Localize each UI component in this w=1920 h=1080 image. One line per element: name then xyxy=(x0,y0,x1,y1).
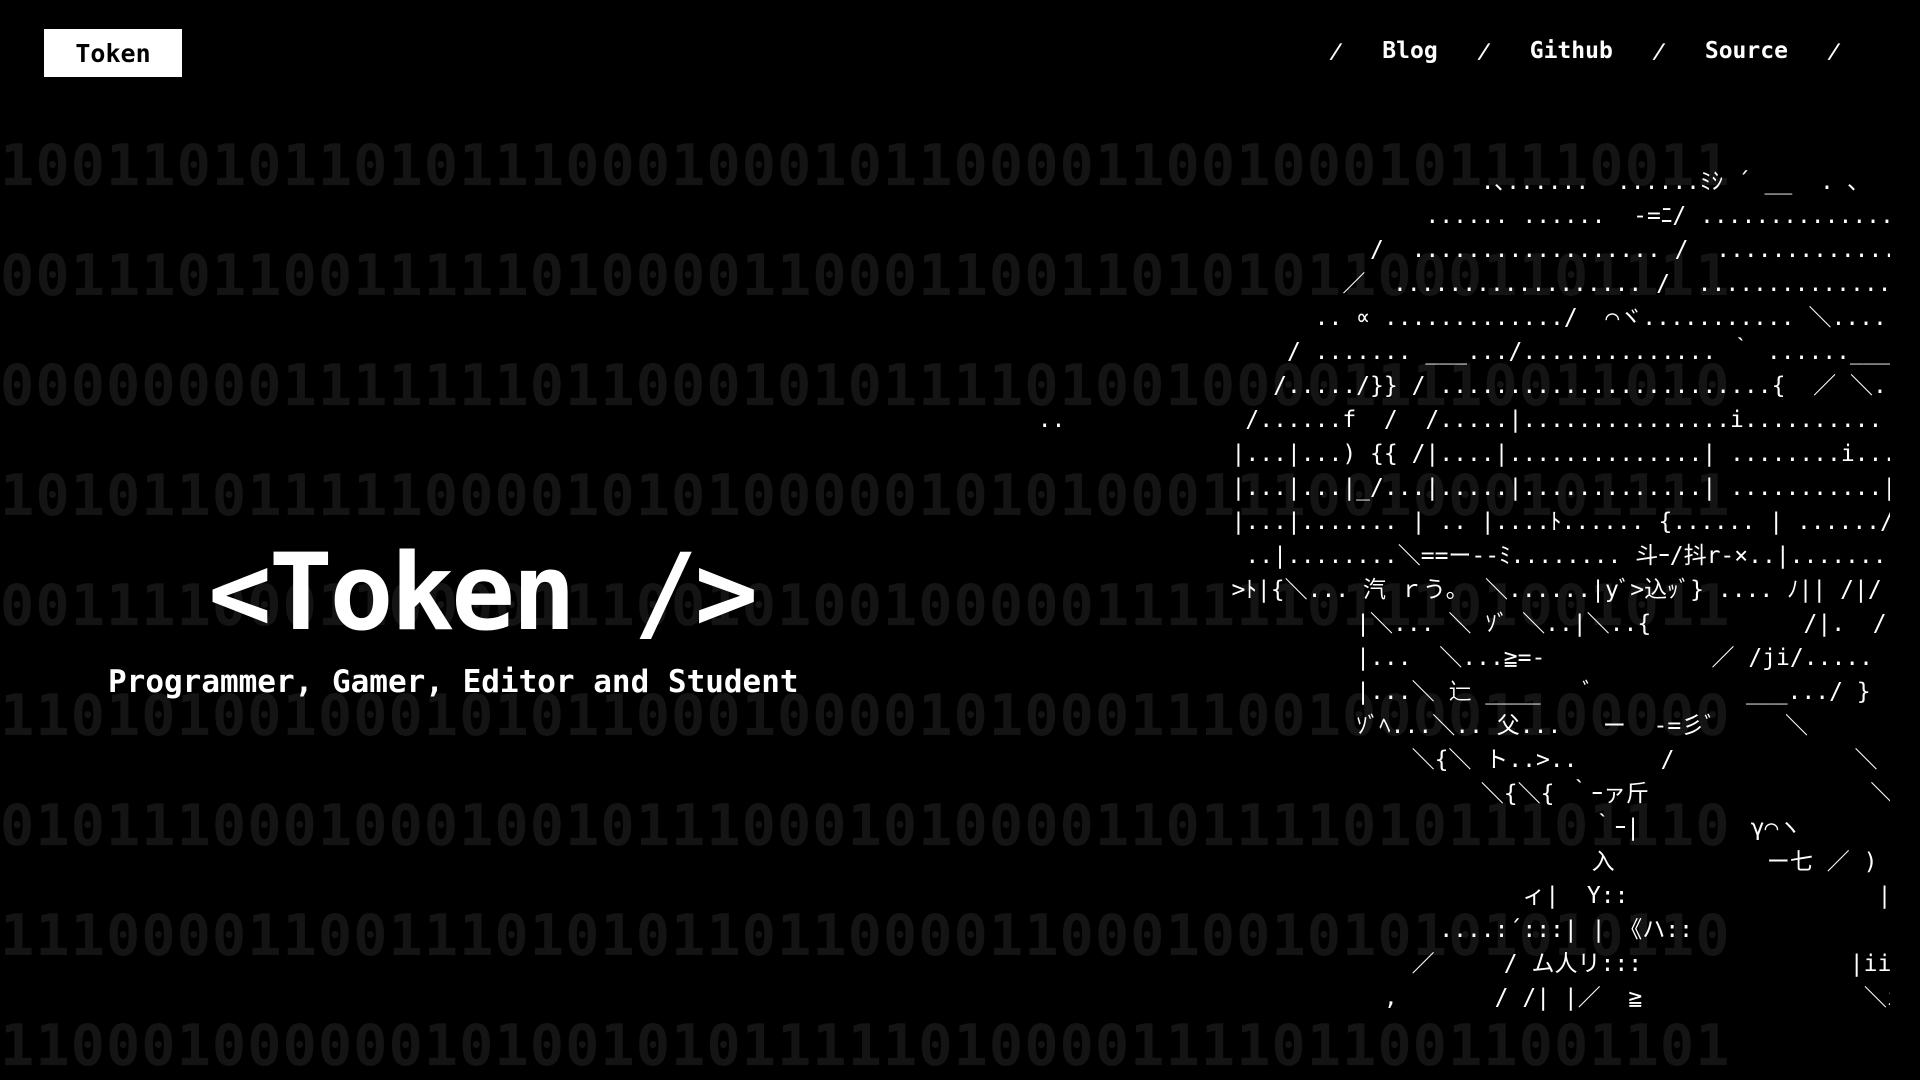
nav-link-blog[interactable]: Blog xyxy=(1382,38,1437,64)
hero-subtitle: Programmer, Gamer, Editor and Student xyxy=(108,664,799,700)
nav-separator: / xyxy=(1825,39,1843,63)
ascii-art-portrait: .､...... ......ﾐｼ ´ __ . ､ ...... ......… xyxy=(1037,169,1890,1011)
logo-button[interactable]: Token xyxy=(44,29,182,77)
nav-link-github[interactable]: Github xyxy=(1530,38,1613,64)
nav-separator: / xyxy=(1650,39,1667,63)
nav-separator: / xyxy=(1475,39,1492,63)
nav-link-source[interactable]: Source xyxy=(1705,38,1788,64)
top-nav: / Blog / Github / Source / xyxy=(1328,34,1843,68)
nav-separator: / xyxy=(1328,39,1345,63)
hero-title: <Token /> xyxy=(208,531,758,654)
